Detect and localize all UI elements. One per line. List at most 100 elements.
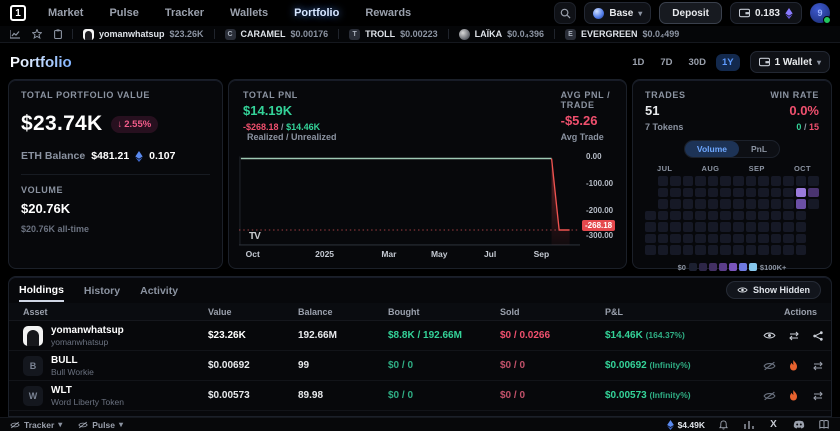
notifications-bell-icon[interactable] [717,418,730,431]
heatmap-cell[interactable] [670,211,681,221]
heatmap-cell[interactable] [683,245,694,255]
nav-item-wallets[interactable]: Wallets [230,7,268,19]
heatmap-cell[interactable] [645,211,656,221]
range-1d-button[interactable]: 1D [626,54,650,71]
tab-holdings[interactable]: Holdings [19,278,64,302]
heatmap-cell[interactable] [746,211,757,221]
heatmap-cell[interactable] [658,222,669,232]
stats-bars-icon[interactable] [742,418,755,431]
heatmap-cell[interactable] [746,234,757,244]
heatmap-cell[interactable] [645,245,656,255]
wallet-selector[interactable]: 1 Wallet ▾ [750,51,830,73]
app-logo[interactable]: 1 [10,5,26,21]
heatmap-cell[interactable] [670,176,681,186]
search-button[interactable] [554,2,576,24]
heatmap-cell[interactable] [670,199,681,209]
heatmap-cell[interactable] [683,234,694,244]
heatmap-cell[interactable] [658,211,669,221]
heatmap-cell[interactable] [746,245,757,255]
eye-off-icon[interactable] [763,389,776,402]
gas-eth-value[interactable]: $4.49K [667,420,705,430]
tab-history[interactable]: History [84,279,120,301]
heatmap-cell[interactable] [683,211,694,221]
heatmap-cell[interactable] [720,211,731,221]
trending-chart-icon[interactable] [10,30,20,39]
heatmap-cell[interactable] [720,188,731,198]
show-hidden-button[interactable]: Show Hidden [726,281,821,299]
range-30d-button[interactable]: 30D [683,54,712,71]
heatmap-cell[interactable] [771,222,782,232]
heatmap-cell[interactable] [758,199,769,209]
heatmap-cell[interactable] [720,176,731,186]
heatmap-cell[interactable] [771,234,782,244]
ticker-token[interactable]: LAÏKA $0.0₄396 [459,29,544,40]
heatmap-cell[interactable] [708,199,719,209]
heatmap-cell[interactable] [670,234,681,244]
range-1y-button[interactable]: 1Y [716,54,740,71]
heatmap-cell[interactable] [658,176,669,186]
nav-item-portfolio[interactable]: Portfolio [294,7,339,19]
chain-selector[interactable]: Base ▾ [584,2,651,24]
heatmap-cell[interactable] [658,188,669,198]
discord-icon[interactable] [792,418,805,431]
toggle-volume[interactable]: Volume [685,141,739,157]
heatmap-cell[interactable] [771,199,782,209]
heatmap-cell[interactable] [758,222,769,232]
swap-icon[interactable] [811,359,824,372]
heatmap-cell[interactable] [783,199,794,209]
heatmap-cell[interactable] [695,188,706,198]
heatmap-cell[interactable] [771,245,782,255]
toggle-pnl[interactable]: PnL [739,141,779,157]
eye-off-icon[interactable] [763,359,776,372]
heatmap-cell[interactable] [683,199,694,209]
heatmap-cell[interactable] [683,176,694,186]
heatmap-cell[interactable] [771,176,782,186]
user-avatar[interactable]: 9 [810,3,830,23]
heatmap-cell[interactable] [771,211,782,221]
heatmap-cell[interactable] [708,245,719,255]
heatmap-cell[interactable] [733,211,744,221]
burn-fire-icon[interactable] [787,389,800,402]
heatmap-cell[interactable] [733,245,744,255]
ticker-token[interactable]: yomanwhatsup $23.26K [83,29,204,40]
heatmap-cell[interactable] [708,188,719,198]
heatmap-cell[interactable] [746,222,757,232]
heatmap-cell[interactable] [658,245,669,255]
statusbar-pulse[interactable]: Pulse ▾ [78,420,123,430]
table-row[interactable]: yomanwhatsup yomanwhatsup $23.26K 192.66… [9,321,831,351]
wallet-balance-pill[interactable]: 0.183 [730,2,802,24]
heatmap-cell[interactable] [720,234,731,244]
share-icon[interactable] [811,329,824,342]
heatmap-cell[interactable] [733,222,744,232]
ticker-token[interactable]: T TROLL $0.00223 [349,29,438,40]
heatmap-cell[interactable] [645,222,656,232]
star-icon[interactable] [32,29,42,39]
heatmap-cell[interactable] [758,176,769,186]
heatmap-cell[interactable] [808,199,819,209]
heatmap-cell[interactable] [645,234,656,244]
heatmap-cell[interactable] [758,245,769,255]
heatmap-cell[interactable] [695,222,706,232]
heatmap-cell[interactable] [658,234,669,244]
heatmap-cell[interactable] [733,199,744,209]
heatmap-cell[interactable] [796,176,807,186]
heatmap-cell[interactable] [695,199,706,209]
nav-item-rewards[interactable]: Rewards [365,7,411,19]
heatmap-cell[interactable] [708,234,719,244]
heatmap-cell[interactable] [720,245,731,255]
nav-item-tracker[interactable]: Tracker [165,7,204,19]
heatmap-cell[interactable] [796,188,807,198]
heatmap-cell[interactable] [783,222,794,232]
heatmap-cell[interactable] [683,188,694,198]
heatmap-cell[interactable] [796,234,807,244]
ticker-token[interactable]: E EVERGREEN $0.0₄499 [565,29,679,40]
ticker-token[interactable]: C CARAMEL $0.00176 [225,29,329,40]
swap-icon[interactable] [811,389,824,402]
nav-item-pulse[interactable]: Pulse [109,7,138,19]
heatmap-cell[interactable] [796,211,807,221]
heatmap-cell[interactable] [758,211,769,221]
heatmap-cell[interactable] [708,222,719,232]
docs-book-icon[interactable] [817,418,830,431]
heatmap-cell[interactable] [783,234,794,244]
table-row[interactable]: B BULL Bull Workie $0.00692 99 $0 / 0 $0… [9,351,831,381]
